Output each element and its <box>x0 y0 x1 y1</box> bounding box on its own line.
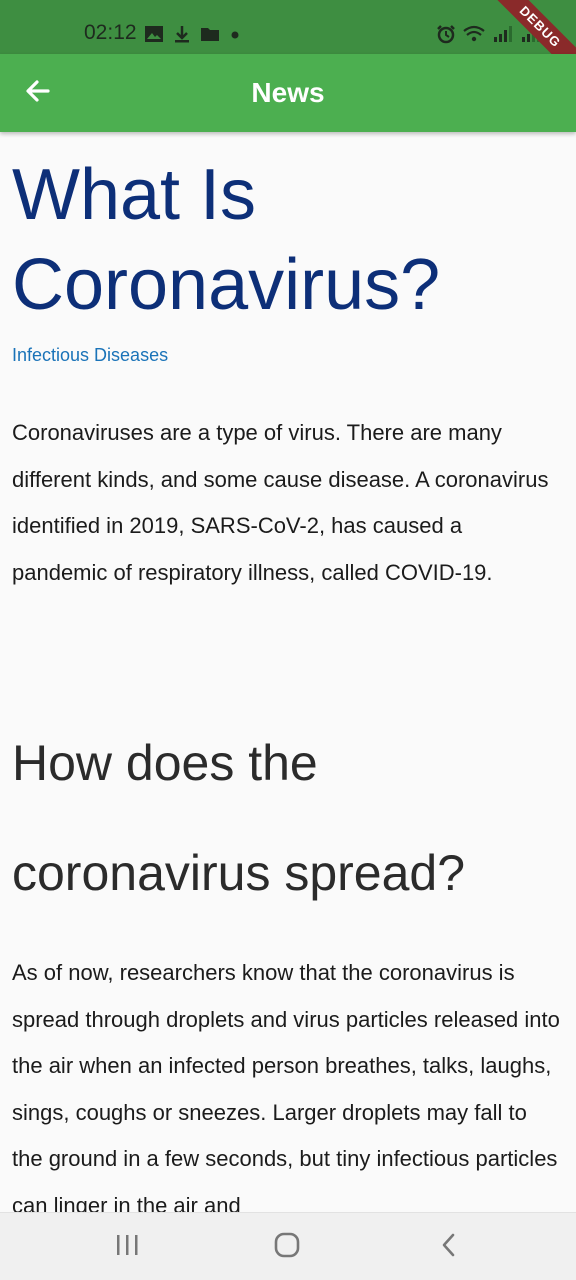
wifi-icon <box>462 24 486 49</box>
article-paragraph: As of now, researchers know that the cor… <box>12 960 560 1212</box>
system-nav-bar <box>0 1212 576 1280</box>
section-heading: How does the coronavirus spread? <box>12 735 466 901</box>
app-bar: News <box>0 54 576 132</box>
status-bar: 02:12 DEBUG <box>0 0 576 85</box>
system-back-button[interactable] <box>419 1227 479 1267</box>
article-title: What Is Coronavirus? <box>12 155 441 325</box>
page-title: News <box>251 77 325 108</box>
alarm-icon <box>436 24 456 49</box>
recents-button[interactable] <box>97 1227 157 1267</box>
home-icon <box>272 1230 302 1265</box>
arrow-left-icon <box>24 77 52 110</box>
screen: 02:12 DEBUG News What Is Coronavirus? In… <box>0 0 576 1280</box>
status-time: 02:12 <box>84 21 137 44</box>
category-link[interactable]: Infectious Diseases <box>12 345 168 366</box>
home-button[interactable] <box>257 1227 317 1267</box>
recents-icon <box>112 1232 142 1263</box>
signal-icon <box>492 24 514 49</box>
article-content[interactable]: What Is Coronavirus? Infectious Diseases… <box>0 132 576 1212</box>
download-icon <box>172 24 192 49</box>
status-icons-left <box>144 24 242 49</box>
back-icon <box>437 1231 461 1264</box>
image-icon <box>144 24 164 49</box>
dot-icon <box>228 24 242 49</box>
folder-icon <box>200 24 220 49</box>
back-button[interactable] <box>18 73 58 113</box>
article-paragraph: Coronaviruses are a type of virus. There… <box>12 420 549 585</box>
